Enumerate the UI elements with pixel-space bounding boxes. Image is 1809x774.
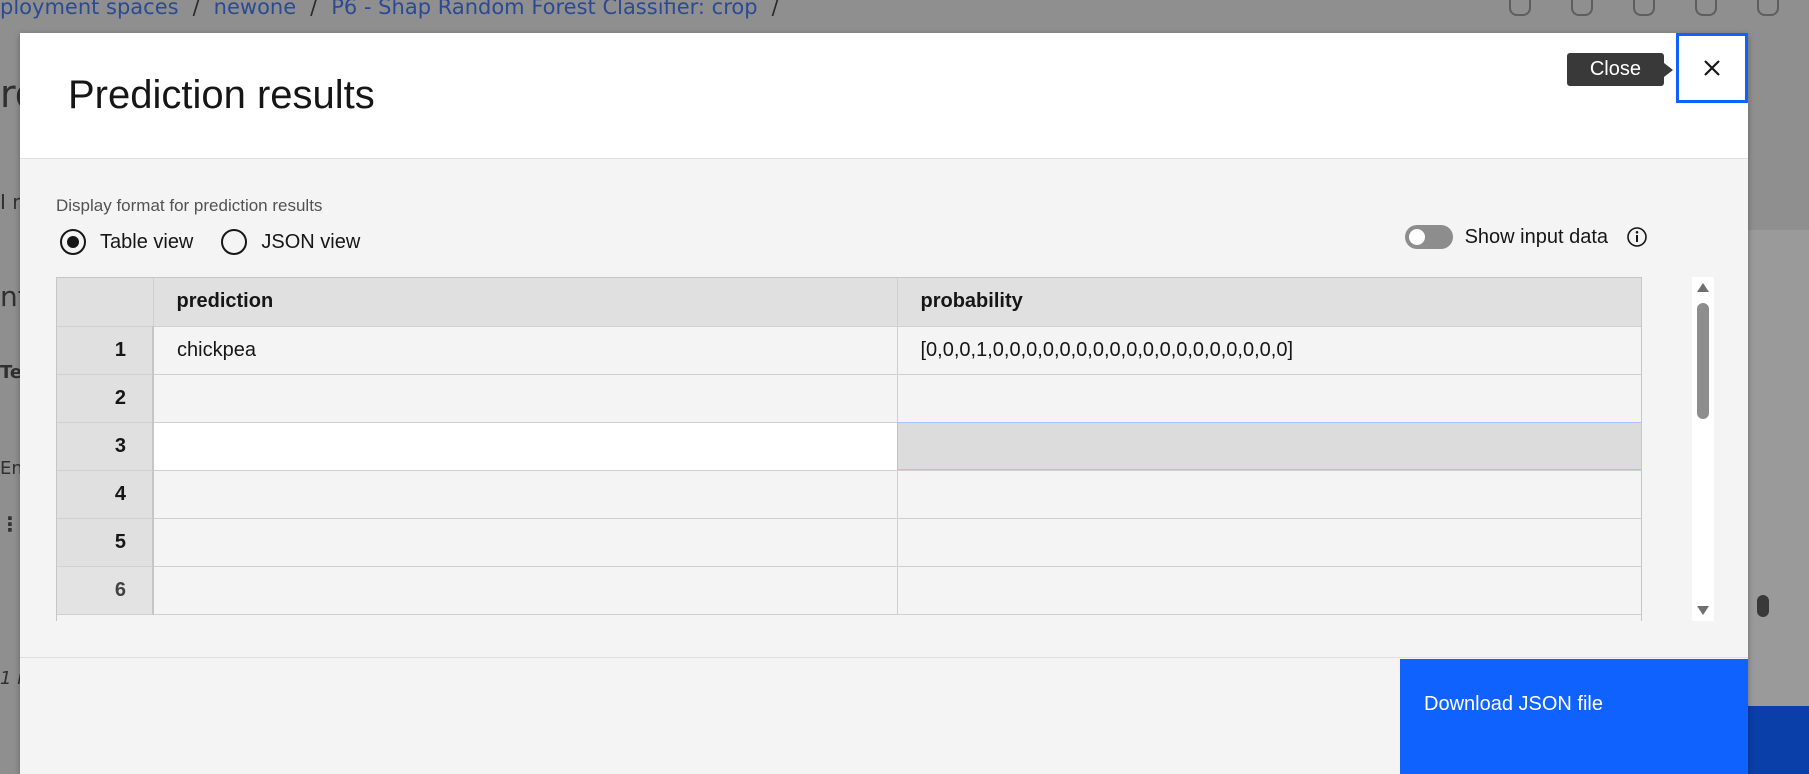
column-header-prediction[interactable]: prediction — [153, 278, 898, 327]
background-tab-fragment: I r — [0, 190, 21, 214]
prediction-grid: prediction probability 1 chickpea [0,0,0… — [57, 278, 1641, 615]
cell-prediction[interactable] — [153, 470, 898, 519]
breadcrumb-model[interactable]: P6 - Shap Random Forest Classifier: crop — [331, 0, 757, 18]
breadcrumb-separator: / — [310, 0, 318, 19]
row-index: 5 — [57, 518, 154, 567]
row-index: 4 — [57, 470, 154, 519]
cell-probability-selected[interactable] — [897, 422, 1641, 471]
footer-divider — [20, 657, 1748, 658]
comment-icon[interactable] — [1757, 0, 1779, 16]
cell-prediction[interactable] — [153, 422, 898, 471]
radio-json-view-label: JSON view — [261, 230, 361, 253]
toggle-knob — [1408, 229, 1425, 245]
background-button — [1747, 706, 1809, 774]
modal-title: Prediction results — [68, 73, 375, 117]
scroll-up-icon[interactable] — [1697, 283, 1709, 292]
background-panel — [1747, 230, 1809, 774]
close-icon — [1704, 60, 1720, 76]
display-format-radio-group: Table view JSON view — [60, 229, 360, 255]
radio-table-view-label: Table view — [100, 230, 194, 253]
scroll-down-icon[interactable] — [1697, 606, 1709, 615]
overflow-menu-icon: ⋮ — [0, 512, 20, 536]
breadcrumb-newone[interactable]: newone — [214, 0, 296, 18]
flow-icon[interactable] — [1633, 0, 1655, 16]
trash-icon[interactable] — [1509, 0, 1531, 16]
breadcrumb-separator: / — [771, 0, 779, 19]
cell-prediction[interactable]: chickpea — [153, 326, 898, 375]
prediction-results-modal: Prediction results Close Display format … — [20, 33, 1748, 774]
radio-json-view-circle[interactable] — [221, 229, 248, 255]
table-row: 1 chickpea [0,0,0,1,0,0,0,0,0,0,0,0,0,0,… — [57, 326, 1641, 375]
close-button[interactable] — [1676, 33, 1748, 103]
cell-probability[interactable] — [897, 566, 1641, 615]
table-row: 3 — [57, 422, 1641, 471]
cell-probability[interactable] — [897, 518, 1641, 567]
table-row: 6 — [57, 566, 1641, 615]
cell-prediction[interactable] — [153, 566, 898, 615]
cell-prediction[interactable] — [153, 374, 898, 423]
show-input-data-label: Show input data — [1464, 225, 1608, 248]
breadcrumb-deployment-spaces[interactable]: ployment spaces — [0, 0, 179, 18]
radio-table-view[interactable]: Table view — [60, 229, 193, 255]
row-index: 1 — [57, 326, 154, 375]
show-input-data-toggle[interactable] — [1404, 225, 1453, 249]
close-tooltip: Close — [1566, 53, 1674, 86]
radio-selected-dot — [67, 236, 79, 248]
column-header-probability[interactable]: probability — [897, 278, 1641, 327]
radio-json-view[interactable]: JSON view — [221, 229, 360, 255]
table-scrollbar[interactable] — [1692, 277, 1714, 621]
row-index-header — [57, 278, 154, 327]
table-header-row: prediction probability — [57, 278, 1641, 327]
row-index: 3 — [57, 422, 154, 471]
cell-probability[interactable]: [0,0,0,1,0,0,0,0,0,0,0,0,0,0,0,0,0,0,0,0… — [897, 326, 1641, 375]
modal-header: Prediction results Close — [20, 33, 1748, 159]
breadcrumb-separator: / — [192, 0, 200, 19]
row-index: 6 — [57, 566, 154, 615]
info-icon[interactable] — [1571, 0, 1593, 16]
cell-probability[interactable] — [897, 374, 1641, 423]
table-row: 4 — [57, 470, 1641, 519]
show-input-data-control: Show input data — [1404, 225, 1648, 249]
display-format-label: Display format for prediction results — [56, 196, 323, 215]
table-row: 2 — [57, 374, 1641, 423]
background-label-fragment: Te — [0, 362, 23, 383]
prediction-table: prediction probability 1 chickpea [0,0,0… — [56, 277, 1642, 621]
background-breadcrumb: ployment spaces / newone / P6 - Shap Ran… — [0, 0, 793, 30]
background-toolbar — [1509, 0, 1779, 24]
radio-table-view-circle[interactable] — [60, 229, 86, 255]
table-row: 5 — [57, 518, 1641, 567]
row-index: 2 — [57, 374, 154, 423]
background-scrollbar — [1757, 595, 1769, 617]
cell-prediction[interactable] — [153, 518, 898, 567]
scroll-thumb[interactable] — [1697, 303, 1709, 419]
info-icon[interactable] — [1626, 226, 1648, 248]
cell-probability[interactable] — [897, 470, 1641, 519]
download-json-button[interactable]: Download JSON file — [1400, 659, 1748, 774]
history-icon[interactable] — [1695, 0, 1717, 16]
